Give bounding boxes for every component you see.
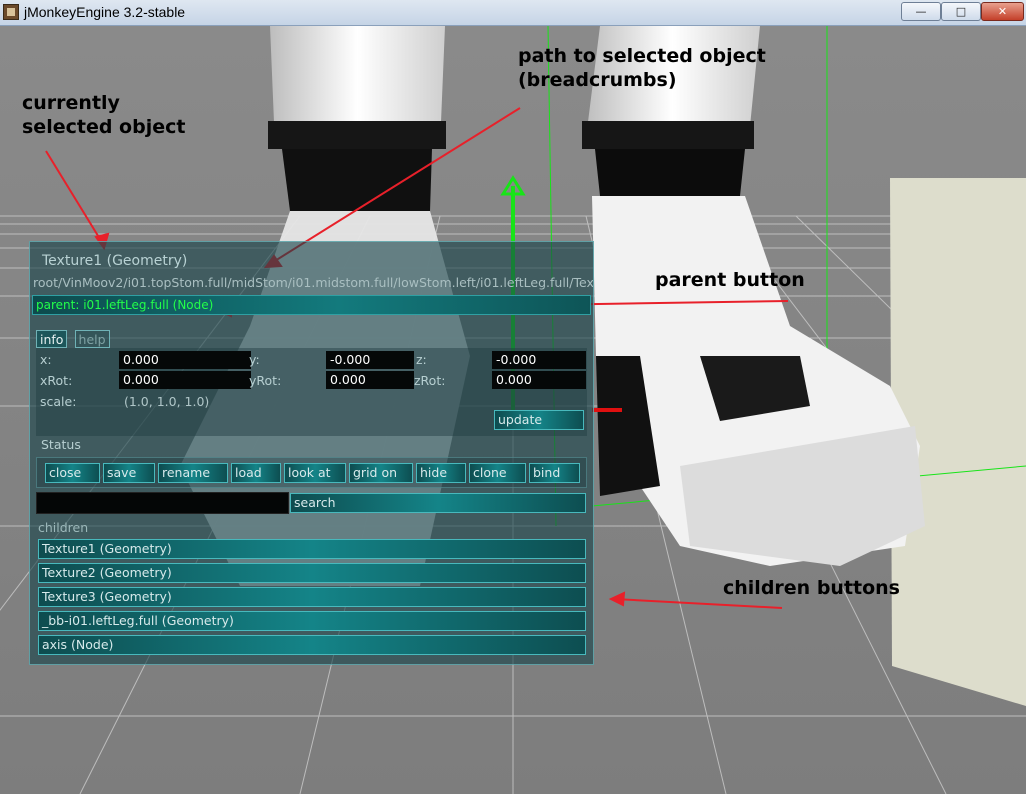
annotation-children-buttons: children buttons [723, 577, 900, 599]
scale-value: (1.0, 1.0, 1.0) [124, 394, 210, 409]
z-label: z: [416, 352, 427, 367]
close-button[interactable]: close [45, 463, 100, 483]
bind-button[interactable]: bind [529, 463, 580, 483]
grid-on-button[interactable]: grid on [349, 463, 413, 483]
search-input[interactable] [36, 492, 289, 514]
minimize-button[interactable]: — [901, 2, 941, 21]
status-label: Status [41, 437, 81, 452]
z-field[interactable]: -0.000 [492, 351, 586, 369]
xrot-field[interactable]: 0.000 [119, 371, 251, 389]
zrot-field[interactable]: 0.000 [492, 371, 586, 389]
status-toolbar: close save rename load look at grid on h… [36, 457, 587, 488]
yrot-label: yRot: [249, 373, 282, 388]
tab-info[interactable]: info [36, 330, 68, 348]
rename-button[interactable]: rename [158, 463, 228, 483]
children-label: children [38, 520, 89, 535]
tab-bar: info help [36, 329, 112, 348]
tab-help[interactable]: help [74, 330, 110, 348]
child-button-bb-leftleg[interactable]: _bb-i01.leftLeg.full (Geometry) [38, 611, 586, 631]
window-titlebar: jMonkeyEngine 3.2-stable — □ ✕ [0, 0, 1026, 26]
y-label: y: [249, 352, 260, 367]
x-label: x: [40, 352, 52, 367]
search-button[interactable]: search [290, 493, 586, 513]
xrot-label: xRot: [40, 373, 73, 388]
parent-button[interactable]: parent: i01.leftLeg.full (Node) [32, 295, 591, 315]
annotation-breadcrumbs: path to selected object (breadcrumbs) [518, 45, 766, 91]
maximize-button[interactable]: □ [941, 2, 981, 21]
annotation-parent-button: parent button [655, 269, 805, 291]
selected-object-title: Texture1 (Geometry) [42, 253, 188, 269]
scale-label: scale: [40, 394, 77, 409]
breadcrumb-path[interactable]: root/VinMoov2/i01.topStom.full/midStom/i… [33, 275, 593, 290]
window-title: jMonkeyEngine 3.2-stable [24, 4, 186, 20]
yrot-field[interactable]: 0.000 [326, 371, 414, 389]
close-window-button[interactable]: ✕ [981, 2, 1024, 21]
child-button-axis[interactable]: axis (Node) [38, 635, 586, 655]
child-button-texture2[interactable]: Texture2 (Geometry) [38, 563, 586, 583]
annotation-selected-object: currently selected object [22, 92, 186, 138]
look-at-button[interactable]: look at [284, 463, 346, 483]
update-button[interactable]: update [494, 410, 584, 430]
scene-inspector-panel: Texture1 (Geometry) root/VinMoov2/i01.to… [29, 241, 594, 665]
clone-button[interactable]: clone [469, 463, 526, 483]
child-button-texture3[interactable]: Texture3 (Geometry) [38, 587, 586, 607]
y-field[interactable]: -0.000 [326, 351, 414, 369]
x-field[interactable]: 0.000 [119, 351, 251, 369]
load-button[interactable]: load [231, 463, 281, 483]
child-button-texture1[interactable]: Texture1 (Geometry) [38, 539, 586, 559]
jmonkey-app-icon [3, 4, 19, 20]
save-button[interactable]: save [103, 463, 155, 483]
hide-button[interactable]: hide [416, 463, 466, 483]
zrot-label: zRot: [414, 373, 446, 388]
